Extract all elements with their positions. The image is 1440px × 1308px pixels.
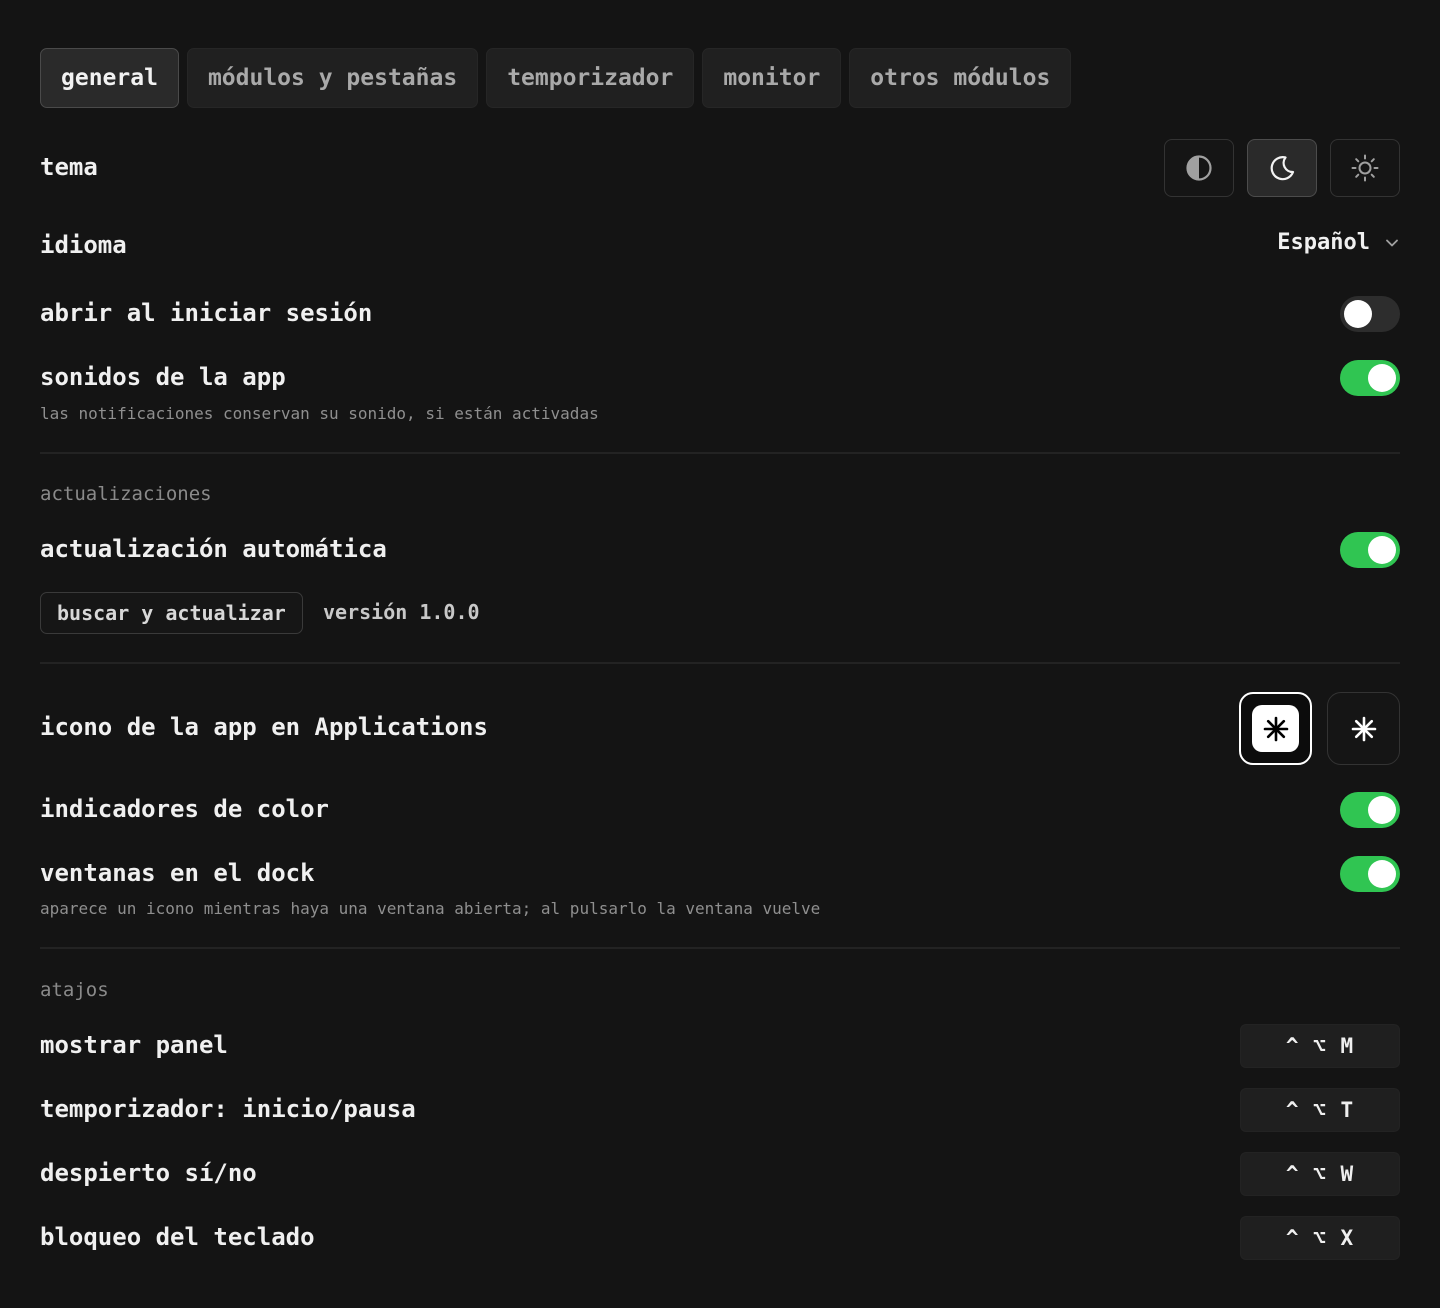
open-at-login-label: abrir al iniciar sesión [40,299,373,327]
theme-selector [1164,139,1400,197]
shortcut-recorder[interactable]: ^ ⌥ X [1240,1216,1400,1260]
language-label: idioma [40,231,127,259]
app-icon-light-option[interactable] [1239,692,1312,765]
language-select[interactable]: Español [1277,230,1400,255]
app-sounds-description: las notificaciones conservan su sonido, … [40,404,599,423]
sun-icon [1351,154,1379,182]
asterisk-icon [1263,716,1288,741]
tab-other-modules[interactable]: otros módulos [849,48,1072,108]
app-icon-label: icono de la app en Applications [40,713,488,741]
divider [40,662,1400,664]
tab-bar: general módulos y pestañas temporizador … [40,48,1072,108]
shortcut-label: despierto sí/no [40,1159,257,1187]
app-sounds-label: sonidos de la app [40,363,286,391]
theme-auto-button[interactable] [1164,139,1234,197]
tab-modules-and-tabs[interactable]: módulos y pestañas [186,48,479,108]
shortcuts-section-title: atajos [40,979,109,1001]
dock-windows-toggle[interactable] [1340,856,1400,892]
divider [40,452,1400,454]
dock-windows-description: aparece un icono mientras haya una venta… [40,899,821,918]
theme-light-button[interactable] [1330,139,1400,197]
shortcut-label: bloqueo del teclado [40,1223,315,1251]
language-value: Español [1277,230,1370,255]
color-indicators-toggle[interactable] [1340,792,1400,828]
shortcut-recorder[interactable]: ^ ⌥ W [1240,1152,1400,1196]
shortcut-label: mostrar panel [40,1031,228,1059]
settings-window: general módulos y pestañas temporizador … [0,0,1440,1308]
moon-icon [1270,156,1295,181]
tab-timer[interactable]: temporizador [486,48,695,108]
half-circle-icon [1186,155,1212,181]
app-sounds-toggle[interactable] [1340,360,1400,396]
check-update-button[interactable]: buscar y actualizar [40,592,303,634]
chevron-down-icon [1386,239,1398,246]
tab-monitor[interactable]: monitor [702,48,842,108]
tab-general[interactable]: general [40,48,179,108]
shortcut-label: temporizador: inicio/pausa [40,1095,416,1123]
app-icon-selector [1239,692,1400,765]
shortcut-recorder[interactable]: ^ ⌥ M [1240,1024,1400,1068]
version-text: versión 1.0.0 [323,600,480,624]
divider [40,947,1400,949]
dock-windows-label: ventanas en el dock [40,859,315,887]
auto-update-toggle[interactable] [1340,532,1400,568]
shortcut-recorder[interactable]: ^ ⌥ T [1240,1088,1400,1132]
app-icon-dark-option[interactable] [1327,692,1400,765]
app-icon-light-preview [1252,705,1299,752]
open-at-login-toggle[interactable] [1340,296,1400,332]
theme-dark-button[interactable] [1247,139,1317,197]
auto-update-label: actualización automática [40,535,387,563]
updates-section-title: actualizaciones [40,483,212,505]
color-indicators-label: indicadores de color [40,795,329,823]
asterisk-icon [1351,716,1376,741]
